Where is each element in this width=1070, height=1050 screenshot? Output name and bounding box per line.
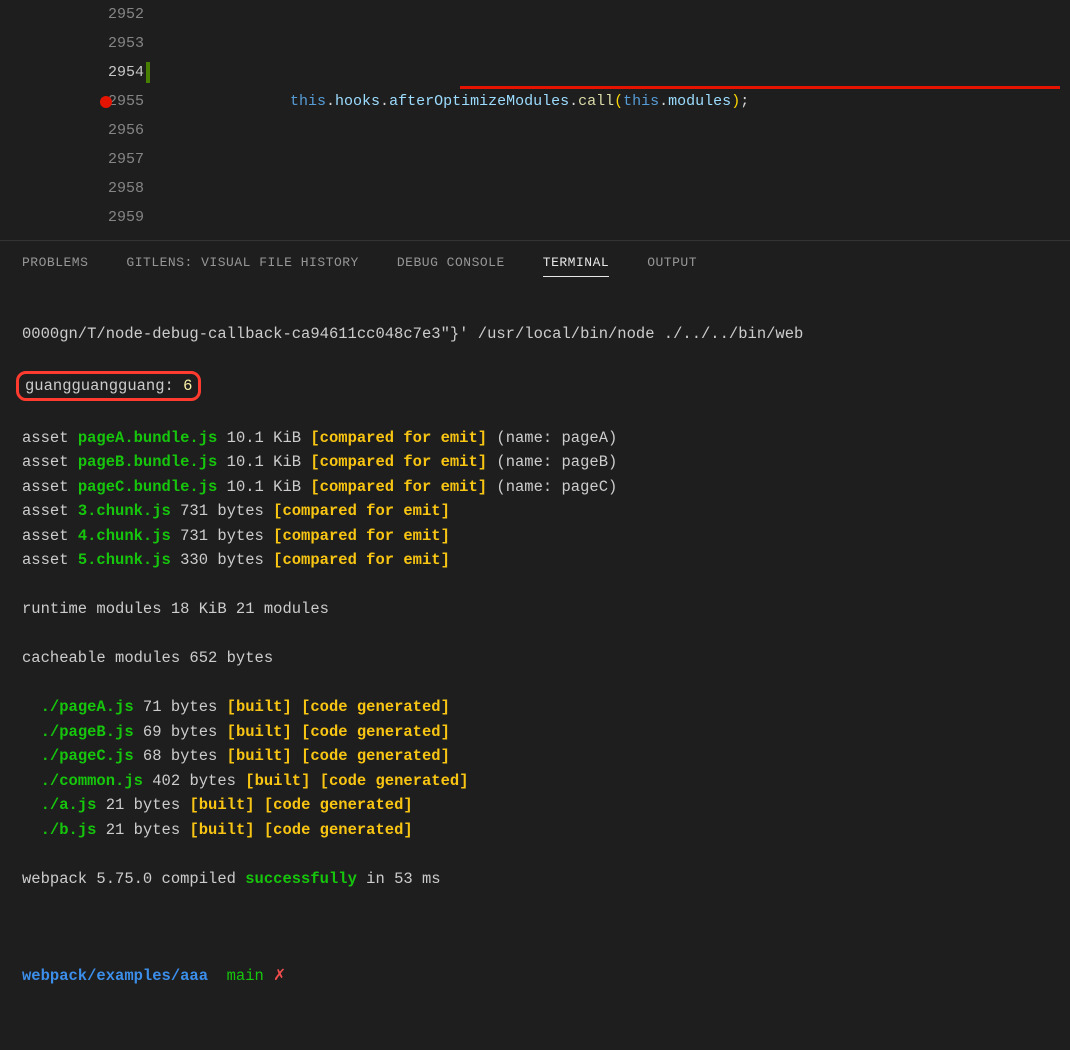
terminal-module-line: ./pageB.js 69 bytes [built] [code genera… <box>22 720 1048 745</box>
terminal-module-line: ./pageC.js 68 bytes [built] [code genera… <box>22 744 1048 769</box>
terminal-line: cacheable modules 652 bytes <box>22 646 1048 671</box>
terminal-asset-line: asset pageB.bundle.js 10.1 KiB [compared… <box>22 450 1048 475</box>
tab-output[interactable]: OUTPUT <box>647 255 697 277</box>
terminal-module-line: ./b.js 21 bytes [built] [code generated] <box>22 818 1048 843</box>
line-number: 2958 <box>0 174 144 203</box>
line-number: 2956 <box>0 116 144 145</box>
tab-debug-console[interactable]: DEBUG CONSOLE <box>397 255 505 277</box>
terminal-line: runtime modules 18 KiB 21 modules <box>22 597 1048 622</box>
terminal-module-line: ./common.js 402 bytes [built] [code gene… <box>22 769 1048 794</box>
tab-gitlens[interactable]: GITLENS: VISUAL FILE HISTORY <box>126 255 358 277</box>
code-line[interactable] <box>170 174 1070 203</box>
terminal-line: webpack 5.75.0 compiled successfully in … <box>22 867 1048 892</box>
terminal-line-highlighted: guangguangguang: 6 <box>22 371 1048 402</box>
line-number: 2959 <box>0 203 144 232</box>
line-number: 2955 <box>0 87 144 116</box>
panel-tabs: PROBLEMS GITLENS: VISUAL FILE HISTORY DE… <box>0 241 1070 285</box>
terminal-output[interactable]: 0000gn/T/node-debug-callback-ca94611cc04… <box>0 285 1070 1050</box>
terminal-asset-line: asset 4.chunk.js 731 bytes [compared for… <box>22 524 1048 549</box>
terminal-module-line: ./pageA.js 71 bytes [built] [code genera… <box>22 695 1048 720</box>
line-number: 2954 <box>0 58 144 87</box>
tab-terminal[interactable]: TERMINAL <box>543 255 609 277</box>
terminal-asset-line: asset 5.chunk.js 330 bytes [compared for… <box>22 548 1048 573</box>
line-number: 2953 <box>0 29 144 58</box>
dirty-icon: ✗ <box>273 967 286 985</box>
line-number: 2957 <box>0 145 144 174</box>
tab-problems[interactable]: PROBLEMS <box>22 255 88 277</box>
bottom-panel: PROBLEMS GITLENS: VISUAL FILE HISTORY DE… <box>0 240 1070 776</box>
code-line[interactable]: this.hooks.afterOptimizeModules.call(thi… <box>170 87 1070 116</box>
terminal-module-line: ./a.js 21 bytes [built] [code generated] <box>22 793 1048 818</box>
breakpoint-icon[interactable] <box>100 96 112 108</box>
terminal-prompt[interactable]: webpack/examples/aaa main ✗ <box>22 964 1048 989</box>
terminal-asset-line: asset pageA.bundle.js 10.1 KiB [compared… <box>22 426 1048 451</box>
code-editor[interactable]: 2952 2953 2954 2955 2956 2957 2958 2959 … <box>0 0 1070 240</box>
line-number: 2952 <box>0 0 144 29</box>
modified-bar-icon <box>146 62 150 83</box>
terminal-line: 0000gn/T/node-debug-callback-ca94611cc04… <box>22 322 1048 347</box>
terminal-asset-line: asset pageC.bundle.js 10.1 KiB [compared… <box>22 475 1048 500</box>
code-area[interactable]: this.hooks.afterOptimizeModules.call(thi… <box>170 0 1070 240</box>
terminal-asset-line: asset 3.chunk.js 731 bytes [compared for… <box>22 499 1048 524</box>
line-gutter: 2952 2953 2954 2955 2956 2957 2958 2959 <box>0 0 170 240</box>
